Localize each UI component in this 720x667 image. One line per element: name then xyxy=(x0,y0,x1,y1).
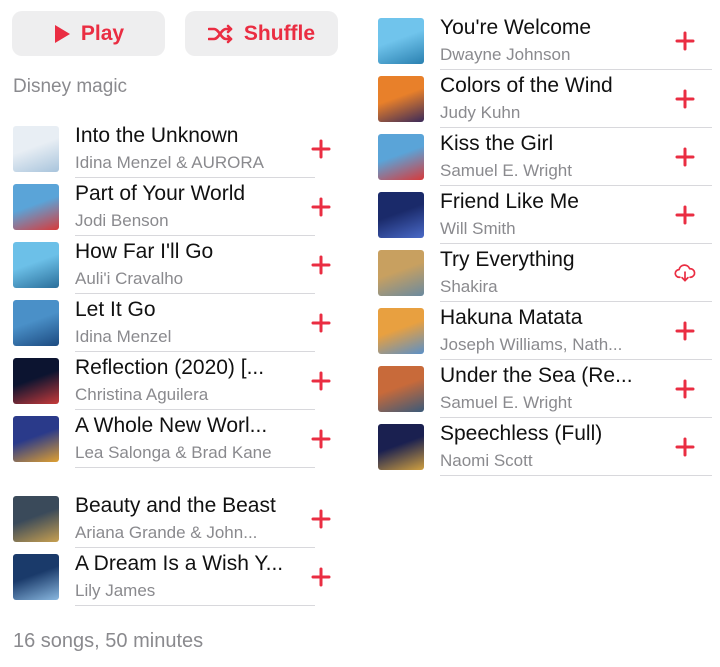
album-art xyxy=(378,424,424,470)
song-title: Let It Go xyxy=(75,297,156,321)
add-icon[interactable] xyxy=(674,436,696,458)
album-art xyxy=(13,184,59,230)
album-art xyxy=(378,18,424,64)
song-row[interactable]: A Dream Is a Wish Y... Lily James xyxy=(0,548,360,606)
play-button[interactable]: Play xyxy=(12,11,165,56)
album-art xyxy=(13,496,59,542)
song-row[interactable]: Kiss the Girl Samuel E. Wright xyxy=(378,128,720,186)
song-row[interactable]: A Whole New Worl... Lea Salonga & Brad Ka… xyxy=(0,410,360,468)
song-artist: Joseph Williams, Nath... xyxy=(440,334,623,354)
song-artist: Lea Salonga & Brad Kane xyxy=(75,442,272,462)
shuffle-icon xyxy=(207,24,234,44)
song-artist: Will Smith xyxy=(440,218,516,238)
song-artist: Christina Aguilera xyxy=(75,384,209,404)
album-art xyxy=(378,308,424,354)
add-icon[interactable] xyxy=(310,370,332,392)
shuffle-label: Shuffle xyxy=(243,21,316,45)
song-row[interactable]: Try Everything Shakira xyxy=(378,244,720,302)
song-row[interactable]: Colors of the Wind Judy Kuhn xyxy=(378,70,720,128)
song-artist: Ariana Grande & John... xyxy=(75,522,258,542)
song-list-right: You're Welcome Dwayne Johnson Colors of th… xyxy=(378,12,720,476)
play-label: Play xyxy=(80,21,125,45)
song-row[interactable]: Let It Go Idina Menzel xyxy=(0,294,360,352)
song-artist: Dwayne Johnson xyxy=(440,44,571,64)
song-row[interactable]: Hakuna Matata Joseph Williams, Nath... xyxy=(378,302,720,360)
add-icon[interactable] xyxy=(674,320,696,342)
song-row[interactable]: Part of Your World Jodi Benson xyxy=(0,178,360,236)
song-artist: Idina Menzel xyxy=(75,326,172,346)
song-title: Kiss the Girl xyxy=(440,131,554,155)
song-title: Hakuna Matata xyxy=(440,305,583,329)
add-icon[interactable] xyxy=(674,88,696,110)
add-icon[interactable] xyxy=(310,566,332,588)
song-title: You're Welcome xyxy=(440,15,592,39)
album-art xyxy=(13,554,59,600)
song-row[interactable]: How Far I'll Go Auli'i Cravalho xyxy=(0,236,360,294)
song-title: Reflection (2020) [... xyxy=(75,355,265,379)
album-art xyxy=(378,134,424,180)
add-icon[interactable] xyxy=(310,138,332,160)
song-artist: Naomi Scott xyxy=(440,450,533,470)
song-list-left: Into the Unknown Idina Menzel & AURORA Par… xyxy=(0,120,360,468)
add-icon[interactable] xyxy=(674,30,696,52)
song-title: Speechless (Full) xyxy=(440,421,603,445)
song-artist: Idina Menzel & AURORA xyxy=(75,152,264,172)
song-artist: Judy Kuhn xyxy=(440,102,521,122)
song-row[interactable]: Friend Like Me Will Smith xyxy=(378,186,720,244)
add-icon[interactable] xyxy=(674,204,696,226)
song-title: A Whole New Worl... xyxy=(75,413,268,437)
song-title: Beauty and the Beast xyxy=(75,493,276,517)
song-title: Friend Like Me xyxy=(440,189,579,213)
song-title: Colors of the Wind xyxy=(440,73,613,97)
song-row[interactable]: Reflection (2020) [... Christina Aguilera xyxy=(0,352,360,410)
song-artist: Samuel E. Wright xyxy=(440,160,572,180)
add-icon[interactable] xyxy=(310,428,332,450)
playlist-summary: 16 songs, 50 minutes xyxy=(13,630,204,652)
add-icon[interactable] xyxy=(674,378,696,400)
song-artist: Jodi Benson xyxy=(75,210,169,230)
album-art xyxy=(378,366,424,412)
add-icon[interactable] xyxy=(310,196,332,218)
song-row[interactable]: You're Welcome Dwayne Johnson xyxy=(378,12,720,70)
shuffle-button[interactable]: Shuffle xyxy=(185,11,338,56)
album-art xyxy=(378,250,424,296)
song-artist: Shakira xyxy=(440,276,498,296)
song-title: A Dream Is a Wish Y... xyxy=(75,551,284,575)
song-row[interactable]: Beauty and the Beast Ariana Grande & John… xyxy=(0,490,360,548)
album-art xyxy=(378,76,424,122)
song-row[interactable]: Into the Unknown Idina Menzel & AURORA xyxy=(0,120,360,178)
song-row[interactable]: Under the Sea (Re... Samuel E. Wright xyxy=(378,360,720,418)
song-artist: Samuel E. Wright xyxy=(440,392,572,412)
song-artist: Lily James xyxy=(75,580,156,600)
song-title: Under the Sea (Re... xyxy=(440,363,633,387)
song-title: Part of Your World xyxy=(75,181,246,205)
song-artist: Auli'i Cravalho xyxy=(75,268,184,288)
album-art xyxy=(13,126,59,172)
album-art xyxy=(378,192,424,238)
song-title: Into the Unknown xyxy=(75,123,239,147)
add-icon[interactable] xyxy=(674,146,696,168)
song-title: How Far I'll Go xyxy=(75,239,214,263)
play-icon xyxy=(53,24,71,44)
add-icon[interactable] xyxy=(310,312,332,334)
song-list-left-more: Beauty and the Beast Ariana Grande & John… xyxy=(0,490,360,606)
playlist-description: Disney magic xyxy=(13,76,128,97)
album-art xyxy=(13,300,59,346)
album-art xyxy=(13,358,59,404)
song-row[interactable]: Speechless (Full) Naomi Scott xyxy=(378,418,720,476)
download-icon[interactable] xyxy=(674,262,696,284)
add-icon[interactable] xyxy=(310,508,332,530)
add-icon[interactable] xyxy=(310,254,332,276)
album-art xyxy=(13,416,59,462)
song-title: Try Everything xyxy=(440,247,575,271)
album-art xyxy=(13,242,59,288)
